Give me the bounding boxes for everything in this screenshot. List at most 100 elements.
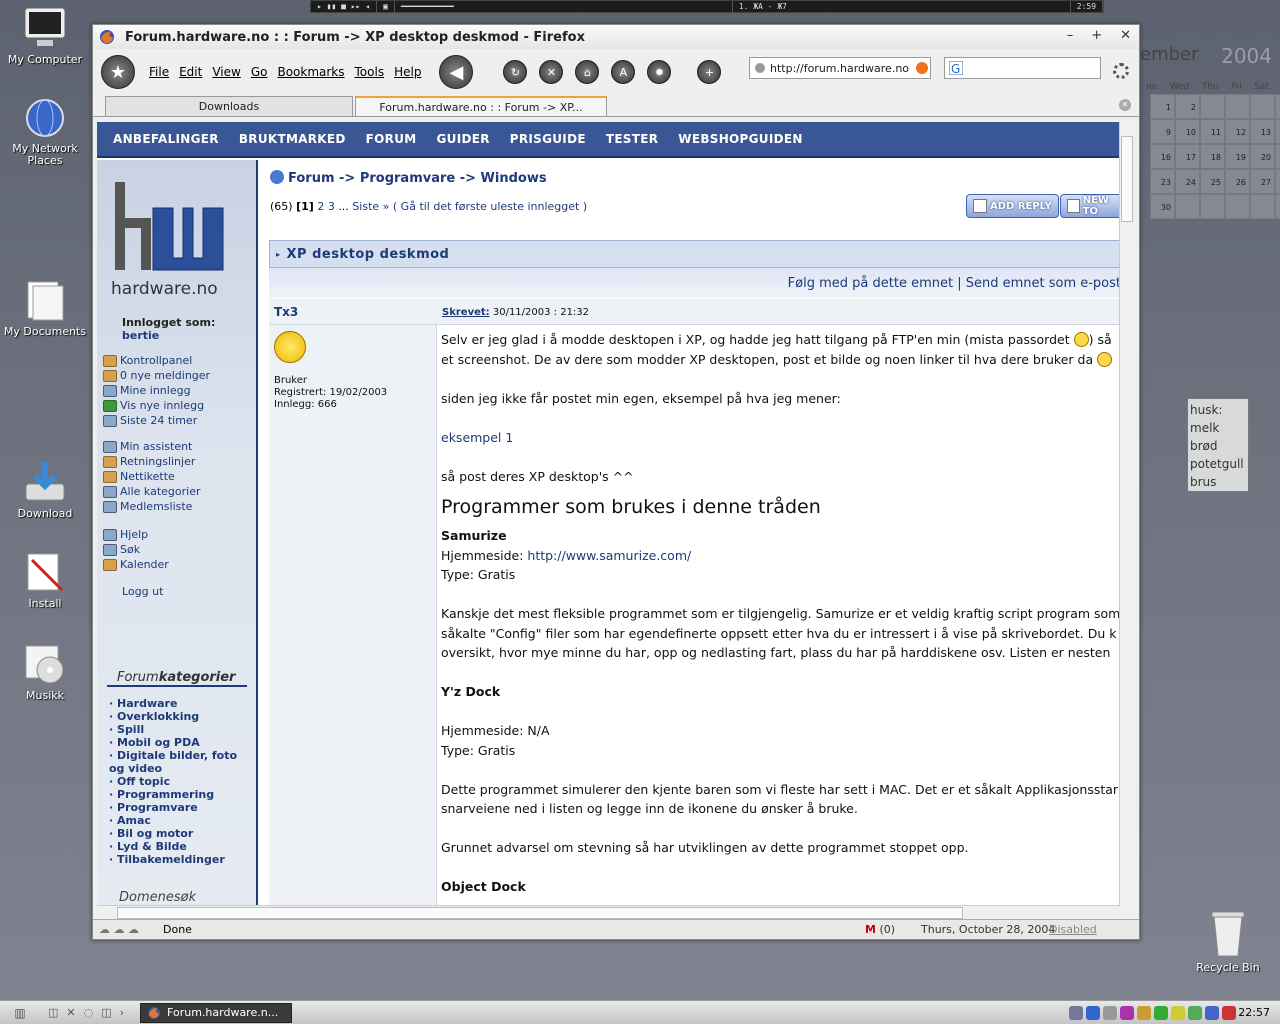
- menu-edit[interactable]: Edit: [179, 65, 202, 79]
- close-button[interactable]: ✕: [1120, 28, 1131, 43]
- reload-button[interactable]: ↻: [503, 60, 528, 84]
- link-meldinger[interactable]: 0 nye meldinger: [103, 368, 210, 383]
- category-spill[interactable]: · Spill: [109, 723, 237, 736]
- tray-icon[interactable]: [1171, 1005, 1185, 1020]
- link-kontrollpanel[interactable]: Kontrollpanel: [103, 353, 210, 368]
- new-tab-button[interactable]: +: [697, 60, 722, 84]
- ql-icon-3[interactable]: ◌: [84, 1006, 94, 1019]
- status-disabled[interactable]: Disabled: [1049, 923, 1097, 936]
- menu-file[interactable]: File: [149, 65, 169, 79]
- category-digitale-bilder-cont[interactable]: og video: [109, 762, 237, 775]
- desktop-icon-musikk[interactable]: Musikk: [0, 642, 90, 702]
- tray-icon[interactable]: [1222, 1005, 1236, 1020]
- link-siste-24[interactable]: Siste 24 timer: [103, 413, 210, 428]
- link-medlemsliste[interactable]: Medlemsliste: [103, 499, 200, 514]
- link-nettikette[interactable]: Nettikette: [103, 469, 200, 484]
- tray-icon[interactable]: [1188, 1005, 1202, 1020]
- link-hjelp[interactable]: Hjelp: [103, 527, 169, 542]
- menu-bookmarks[interactable]: Bookmarks: [277, 65, 344, 79]
- page-last[interactable]: Siste »: [352, 200, 389, 213]
- page-link-3[interactable]: 3: [328, 200, 335, 213]
- desktop-icon-recycle-bin[interactable]: Recycle Bin: [1188, 908, 1268, 974]
- link-retningslinjer[interactable]: Retningslinjer: [103, 454, 200, 469]
- home-button[interactable]: ⌂: [575, 60, 600, 84]
- window-titlebar[interactable]: Forum.hardware.no : : Forum -> XP deskto…: [93, 25, 1139, 49]
- category-digitale-bilder[interactable]: · Digitale bilder, foto: [109, 749, 237, 762]
- sticky-note[interactable]: husk: melk brød potetgull brus: [1187, 398, 1249, 492]
- nav-forum[interactable]: FORUM: [366, 132, 417, 146]
- nav-guider[interactable]: GUIDER: [437, 132, 490, 146]
- menu-view[interactable]: View: [212, 65, 240, 79]
- close-tab-icon[interactable]: ✕: [1119, 99, 1131, 111]
- scroll-thumb[interactable]: [1121, 136, 1133, 222]
- nav-webshopguiden[interactable]: WEBSHOPGUIDEN: [678, 132, 802, 146]
- nav-prisguide[interactable]: PRISGUIDE: [510, 132, 586, 146]
- tab-downloads[interactable]: Downloads: [105, 96, 353, 116]
- category-mobil[interactable]: · Mobil og PDA: [109, 736, 237, 749]
- link-sok[interactable]: Søk: [103, 542, 169, 557]
- ql-arrow-icon[interactable]: ›: [120, 1006, 124, 1019]
- menu-tools[interactable]: Tools: [355, 65, 385, 79]
- horizontal-scrollbar[interactable]: [97, 905, 1120, 919]
- category-amac[interactable]: · Amac: [109, 814, 237, 827]
- link-min-assistent[interactable]: Min assistent: [103, 439, 200, 454]
- link-kalender[interactable]: Kalender: [103, 557, 169, 572]
- back-button[interactable]: ◀: [439, 55, 474, 89]
- desktop-icon-install[interactable]: Install: [0, 550, 90, 610]
- desktop-icon-my-computer[interactable]: My Computer: [0, 6, 90, 66]
- hardware-logo[interactable]: hardware.no: [111, 178, 241, 299]
- desktop-icon-my-network-places[interactable]: My Network Places: [0, 96, 90, 167]
- tray-icon[interactable]: [1137, 1005, 1151, 1020]
- samurize-link[interactable]: http://www.samurize.com/: [527, 548, 691, 563]
- link-vis-nye[interactable]: Vis nye innlegg: [103, 398, 210, 413]
- star-menu-button[interactable]: ★: [101, 55, 135, 89]
- topic-actions[interactable]: Følg med på dette emnet | Send emnet som…: [269, 268, 1120, 298]
- tray-icon[interactable]: [1205, 1005, 1219, 1020]
- example-link[interactable]: eksempel 1: [441, 430, 513, 445]
- search-input[interactable]: [967, 62, 1097, 74]
- nav-anbefalinger[interactable]: ANBEFALINGER: [113, 132, 219, 146]
- category-lyd-bilde[interactable]: · Lyd & Bilde: [109, 840, 237, 853]
- category-overklokking[interactable]: · Overklokking: [109, 710, 237, 723]
- category-programvare[interactable]: · Programvare: [109, 801, 237, 814]
- tray-icon[interactable]: [1069, 1005, 1083, 1020]
- desktop-icon-download[interactable]: Download: [0, 460, 90, 520]
- category-bil-og-motor[interactable]: · Bil og motor: [109, 827, 237, 840]
- posted-label[interactable]: Skrevet:: [442, 307, 490, 318]
- stop-button[interactable]: ✕: [539, 60, 564, 84]
- address-bar[interactable]: http://forum.hardware.no: [749, 57, 931, 79]
- tray-icon[interactable]: [1154, 1005, 1168, 1020]
- menu-help[interactable]: Help: [394, 65, 421, 79]
- page-link-2[interactable]: 2: [317, 200, 324, 213]
- player-controls[interactable]: ▸ ▮▮ ■ ▸▸ ◂: [311, 1, 377, 12]
- vertical-scrollbar[interactable]: [1119, 122, 1133, 906]
- bug-button[interactable]: ✹: [647, 60, 672, 84]
- player-seek[interactable]: ━━━━━━━━━━━: [395, 1, 733, 12]
- desktop-icon-my-documents[interactable]: My Documents: [0, 278, 90, 338]
- ql-icon-4[interactable]: ◫: [101, 1006, 111, 1019]
- maximize-button[interactable]: +: [1091, 28, 1102, 43]
- category-hardware[interactable]: · Hardware: [109, 697, 237, 710]
- tray-icon[interactable]: [1120, 1005, 1134, 1020]
- scroll-thumb[interactable]: [117, 907, 963, 919]
- ql-icon-2[interactable]: ✕: [66, 1006, 75, 1019]
- search-box[interactable]: G: [944, 57, 1101, 79]
- taskbar-task-firefox[interactable]: Forum.hardware.n...: [140, 1002, 293, 1023]
- new-topic-button[interactable]: NEW TO: [1060, 194, 1120, 218]
- menu-go[interactable]: Go: [251, 65, 268, 79]
- category-tilbakemeldinger[interactable]: · Tilbakemeldinger: [109, 853, 237, 866]
- username-link[interactable]: bertie: [122, 329, 159, 342]
- link-mine-innlegg[interactable]: Mine innlegg: [103, 383, 210, 398]
- link-alle-kategorier[interactable]: Alle kategorier: [103, 484, 200, 499]
- breadcrumb-text[interactable]: Forum -> Programvare -> Windows: [288, 171, 547, 186]
- nav-tester[interactable]: TESTER: [606, 132, 658, 146]
- category-off-topic[interactable]: · Off topic: [109, 775, 237, 788]
- tab-forum[interactable]: Forum.hardware.no : : Forum -> XP...: [355, 96, 607, 116]
- add-reply-button[interactable]: ADD REPLY: [966, 194, 1059, 218]
- gmail-notifier[interactable]: M (0): [865, 923, 895, 936]
- font-button[interactable]: A: [611, 60, 636, 84]
- ql-icon-1[interactable]: ◫: [48, 1006, 58, 1019]
- tray-icon[interactable]: [1103, 1005, 1117, 1020]
- logout-link[interactable]: Logg ut: [122, 584, 163, 599]
- tray-icon[interactable]: [1086, 1005, 1100, 1020]
